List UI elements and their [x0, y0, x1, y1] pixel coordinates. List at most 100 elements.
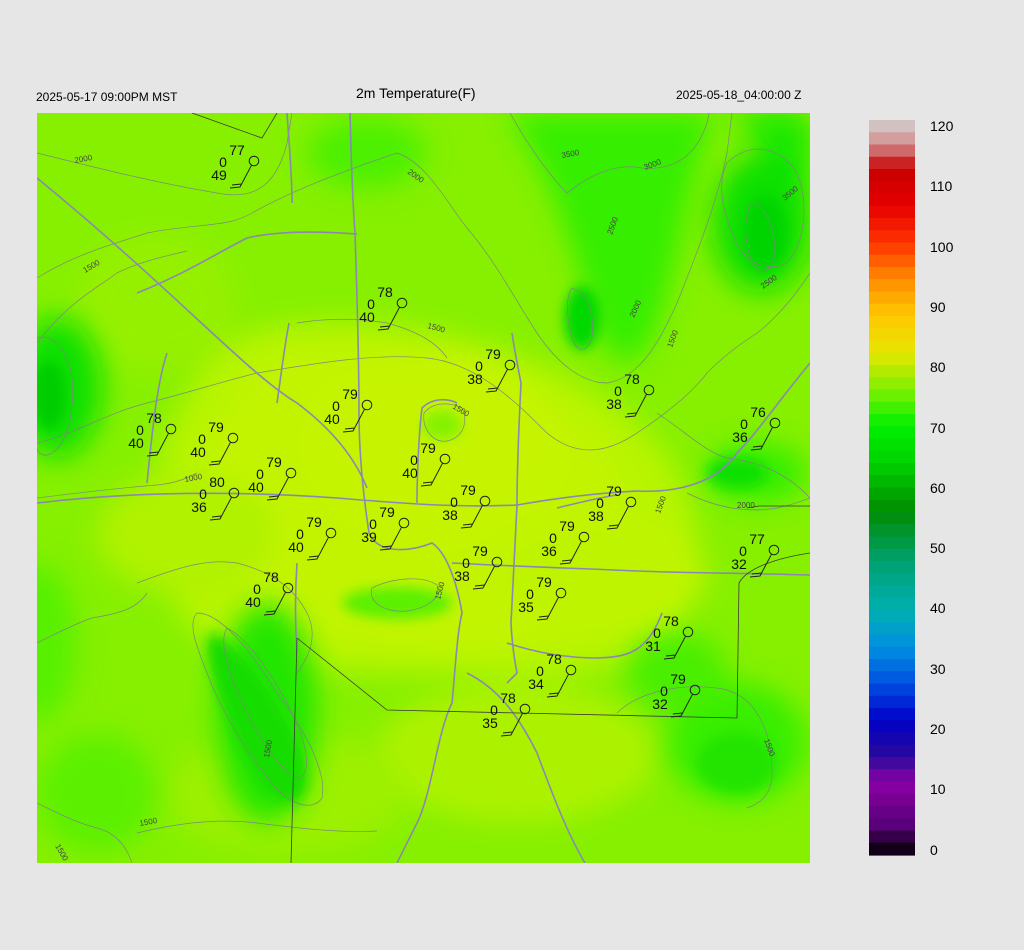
colorbar-tick-label: 100	[930, 238, 954, 255]
station-dewpoint: 40	[245, 594, 261, 610]
colorbar-band	[869, 132, 915, 146]
colorbar-band	[869, 365, 915, 378]
colorbar-band	[869, 156, 915, 170]
colorbar-band	[869, 218, 915, 231]
colorbar-band	[869, 561, 915, 574]
station-dewpoint: 32	[652, 696, 668, 712]
colorbar-band	[869, 720, 915, 734]
station-temperature: 77	[229, 142, 245, 158]
station-temperature: 77	[749, 531, 765, 547]
colorbar-band	[869, 818, 915, 832]
colorbar-band	[869, 450, 915, 464]
valid-time-utc: 2025-05-18_04:00:00 Z	[676, 88, 802, 102]
station-dewpoint: 40	[248, 479, 264, 495]
colorbar-tick-label: 70	[930, 419, 946, 436]
station-temperature: 78	[624, 371, 640, 387]
station-dewpoint: 40	[288, 539, 304, 555]
colorbar-band	[869, 169, 915, 182]
station-dewpoint: 38	[442, 507, 458, 523]
station-temperature: 80	[209, 474, 225, 490]
station-dewpoint: 40	[402, 465, 418, 481]
colorbar-band	[869, 414, 915, 427]
colorbar-band	[869, 303, 915, 317]
colorbar-band	[869, 401, 915, 415]
station-temperature: 78	[663, 613, 679, 629]
colorbar-band	[869, 426, 915, 440]
colorbar-band	[869, 806, 915, 819]
colorbar-band	[869, 487, 915, 501]
colorbar-band	[869, 438, 915, 452]
colorbar-band	[869, 548, 915, 562]
contour-label: 2000	[737, 501, 755, 510]
station-temperature: 79	[306, 514, 322, 530]
station-dewpoint: 34	[528, 676, 544, 692]
colorbar-band	[869, 120, 915, 133]
colorbar-band	[869, 181, 915, 195]
station-temperature: 79	[536, 574, 552, 590]
colorbar-band	[869, 634, 915, 648]
station-dewpoint: 49	[211, 167, 227, 183]
station-dewpoint: 40	[190, 444, 206, 460]
station-dewpoint: 40	[128, 435, 144, 451]
colorbar-band	[869, 193, 915, 207]
colorbar-band	[869, 573, 915, 587]
station-dewpoint: 36	[191, 499, 207, 515]
station-temperature: 78	[146, 410, 162, 426]
station-temperature: 78	[500, 690, 516, 706]
temperature-colorbar: 120 110 100 90 80 70 60 50 40 30 20 10 0	[868, 118, 968, 860]
colorbar-band	[869, 781, 915, 795]
colorbar-band	[869, 659, 915, 672]
station-dewpoint: 38	[467, 371, 483, 387]
colorbar-band	[869, 708, 915, 721]
colorbar-tick-label: 90	[930, 298, 946, 315]
station-temperature: 79	[266, 454, 282, 470]
station-temperature: 79	[606, 483, 622, 499]
colorbar-band	[869, 610, 915, 623]
colorbar-band	[869, 830, 915, 844]
colorbar-tick-label: 50	[930, 540, 946, 557]
station-dewpoint: 38	[454, 568, 470, 584]
colorbar-band	[869, 340, 915, 354]
colorbar-strip	[869, 120, 915, 856]
colorbar-tick-label: 60	[930, 479, 946, 496]
station-temperature: 79	[485, 346, 501, 362]
colorbar-tick-label: 0	[930, 841, 938, 858]
colorbar-tick-label: 30	[930, 660, 946, 677]
colorbar-band	[869, 291, 915, 305]
station-dewpoint: 36	[541, 543, 557, 559]
colorbar-band	[869, 463, 915, 476]
colorbar-band	[869, 205, 915, 219]
colorbar-band	[869, 744, 915, 758]
station-temperature: 78	[377, 284, 393, 300]
station-dewpoint: 32	[731, 556, 747, 572]
colorbar-band	[869, 144, 915, 158]
colorbar-tick-label: 80	[930, 359, 946, 376]
colorbar-band	[869, 316, 915, 329]
colorbar-band	[869, 389, 915, 403]
colorbar-band	[869, 328, 915, 342]
station-temperature: 79	[670, 671, 686, 687]
colorbar-tick-label: 10	[930, 781, 946, 798]
colorbar-band	[869, 499, 915, 513]
colorbar-band	[869, 622, 915, 636]
colorbar-band	[869, 242, 915, 256]
station-temperature: 79	[208, 419, 224, 435]
temperature-map: 2000 2000 3500 3000 3500 2500 2500 2000 1500 1500…	[37, 113, 810, 863]
station-dewpoint: 31	[645, 638, 661, 654]
station-temperature: 79	[342, 386, 358, 402]
colorbar-tick-label: 20	[930, 721, 946, 737]
map-canvas: 2000200035003000350025002500200015001500…	[37, 113, 810, 863]
colorbar-band	[869, 254, 915, 268]
station-temperature: 79	[379, 504, 395, 520]
colorbar-band	[869, 793, 915, 807]
station-dewpoint: 39	[361, 529, 377, 545]
station-temperature: 76	[750, 404, 766, 420]
colorbar-tick-label: 40	[930, 600, 946, 617]
station-dewpoint: 40	[324, 411, 340, 427]
colorbar-band	[869, 279, 915, 293]
colorbar-band	[869, 267, 915, 280]
station-temperature: 79	[559, 518, 575, 534]
colorbar-band	[869, 695, 915, 709]
valid-time-local: 2025-05-17 09:00PM MST	[36, 90, 178, 104]
colorbar-band	[869, 671, 915, 685]
